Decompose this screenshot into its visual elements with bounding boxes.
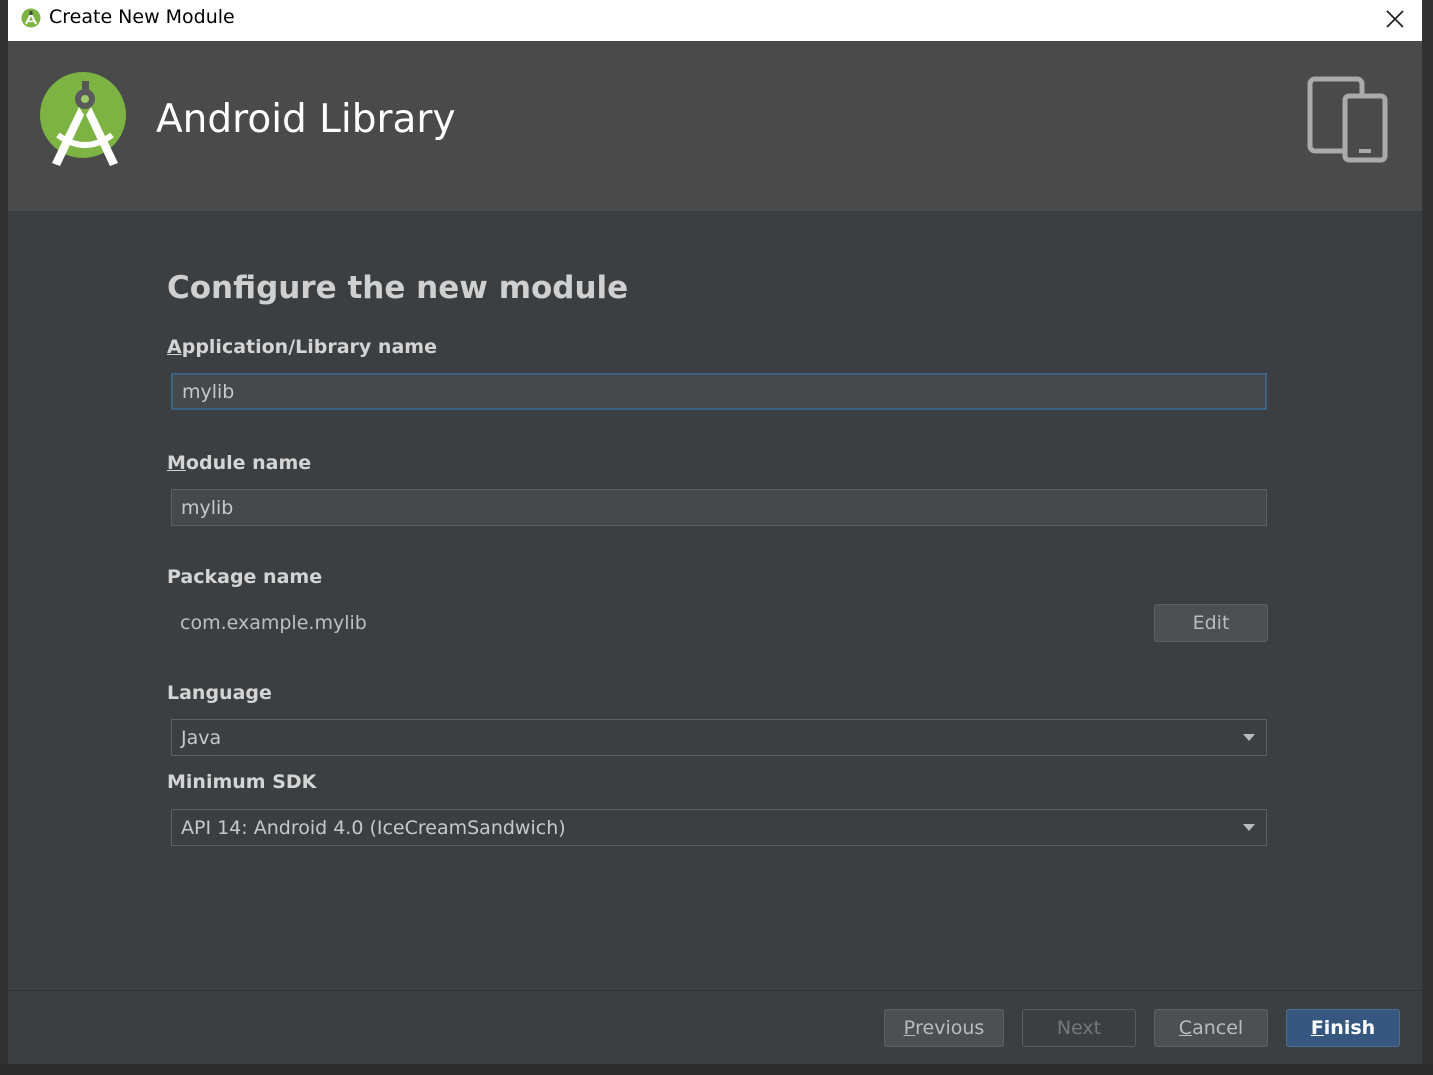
app-name-label: Application/Library name bbox=[167, 336, 437, 358]
min-sdk-label: Minimum SDK bbox=[167, 771, 317, 793]
title-bar: Create New Module bbox=[8, 0, 1422, 41]
background-edge-bottom bbox=[0, 1064, 1433, 1075]
module-name-label-text: odule name bbox=[185, 452, 312, 474]
finish-button[interactable]: Finish bbox=[1286, 1009, 1400, 1047]
cancel-mnemonic: C bbox=[1178, 1017, 1193, 1039]
package-name-value: com.example.mylib bbox=[180, 612, 367, 634]
next-button[interactable]: Next bbox=[1022, 1009, 1136, 1047]
previous-mnemonic: P bbox=[903, 1017, 916, 1039]
create-module-dialog: Create New Module Android Library Config… bbox=[8, 0, 1422, 1064]
package-name-label: Package name bbox=[167, 566, 323, 588]
language-select[interactable]: Java bbox=[171, 719, 1267, 756]
language-label: Language bbox=[167, 682, 272, 704]
header-banner: Android Library bbox=[8, 41, 1422, 211]
edit-package-button[interactable]: Edit bbox=[1154, 604, 1268, 642]
chevron-down-icon bbox=[1243, 824, 1255, 831]
phone-tablet-icon bbox=[1307, 76, 1388, 163]
chevron-down-icon bbox=[1243, 734, 1255, 741]
previous-label: revious bbox=[915, 1017, 985, 1039]
previous-button[interactable]: Previous bbox=[884, 1009, 1004, 1047]
finish-label: inish bbox=[1323, 1017, 1376, 1039]
background-edge-right bbox=[1422, 0, 1433, 1075]
cancel-button[interactable]: Cancel bbox=[1154, 1009, 1268, 1047]
app-name-label-text: pplication/Library name bbox=[181, 336, 437, 358]
module-name-label-mnemonic: M bbox=[167, 452, 186, 474]
footer-divider bbox=[8, 990, 1422, 991]
module-name-input[interactable] bbox=[171, 489, 1267, 526]
app-name-label-mnemonic: A bbox=[167, 336, 182, 358]
android-studio-icon bbox=[21, 8, 41, 28]
app-name-input[interactable] bbox=[171, 373, 1267, 410]
min-sdk-select[interactable]: API 14: Android 4.0 (IceCreamSandwich) bbox=[171, 809, 1267, 846]
cancel-label: ancel bbox=[1192, 1017, 1244, 1039]
finish-mnemonic: F bbox=[1310, 1017, 1324, 1039]
section-title: Configure the new module bbox=[167, 270, 629, 306]
background-edge-left bbox=[0, 0, 8, 1075]
window-title: Create New Module bbox=[49, 6, 235, 28]
min-sdk-selected: API 14: Android 4.0 (IceCreamSandwich) bbox=[181, 816, 566, 839]
banner-title: Android Library bbox=[156, 97, 456, 142]
close-icon[interactable] bbox=[1382, 6, 1408, 32]
android-studio-logo bbox=[40, 72, 126, 166]
module-name-label: Module name bbox=[167, 452, 311, 474]
language-selected: Java bbox=[181, 726, 222, 749]
